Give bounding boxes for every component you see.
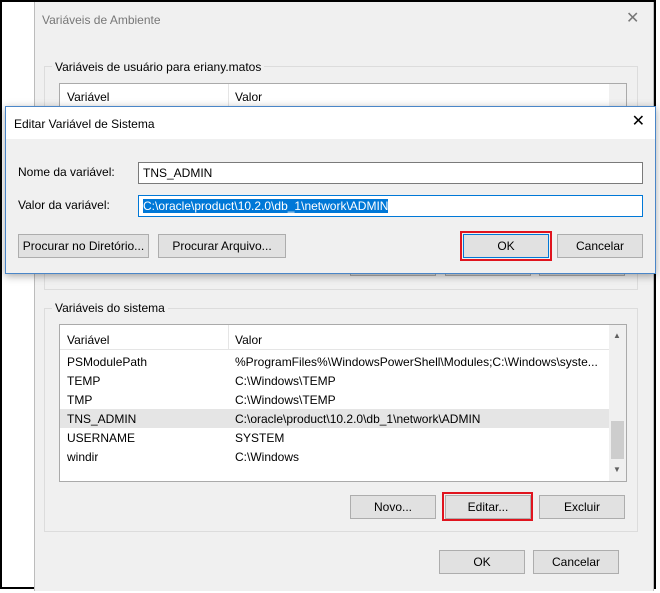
system-list-header: Variável Valor — [60, 325, 609, 350]
edit-cancel-button[interactable]: Cancelar — [557, 234, 643, 258]
table-row[interactable]: TEMP C:\Windows\TEMP — [60, 371, 609, 390]
system-variables-label: Variáveis do sistema — [52, 301, 168, 315]
screenshot-frame: Variáveis de Ambiente ✕ Variáveis de usu… — [0, 0, 656, 591]
variable-name-label: Nome da variável: — [18, 165, 115, 179]
table-row[interactable]: windir C:\Windows — [60, 447, 609, 466]
table-row[interactable]: TMP C:\Windows\TEMP — [60, 390, 609, 409]
system-list-scrollbar[interactable]: ▲ ▼ — [609, 325, 626, 481]
ok-button-highlight — [460, 231, 552, 261]
selected-text: C:\oracle\product\10.2.0\db_1\network\AD… — [143, 199, 389, 213]
dialog-cancel-button[interactable]: Cancelar — [533, 550, 619, 574]
row-value: C:\Windows\TEMP — [235, 393, 336, 407]
system-delete-button[interactable]: Excluir — [539, 495, 625, 519]
row-value: C:\Windows\TEMP — [235, 374, 336, 388]
chevron-down-icon[interactable]: ▼ — [613, 465, 621, 474]
user-column-variable[interactable]: Variável — [67, 90, 109, 104]
edit-system-variable-dialog: Editar Variável de Sistema ✕ Nome da var… — [5, 106, 656, 274]
system-variables-list[interactable]: Variável Valor PSModulePath %ProgramFile… — [59, 324, 627, 482]
environment-dialog-title: Variáveis de Ambiente — [42, 13, 161, 27]
variable-value-label: Valor da variável: — [18, 198, 110, 212]
edit-dialog-titlebar: Editar Variável de Sistema ✕ — [6, 107, 655, 139]
row-variable: PSModulePath — [67, 355, 148, 369]
table-row[interactable]: USERNAME SYSTEM — [60, 428, 609, 447]
row-value: %ProgramFiles%\WindowsPowerShell\Modules… — [235, 355, 598, 369]
table-row[interactable]: PSModulePath %ProgramFiles%\WindowsPower… — [60, 352, 609, 371]
user-column-value[interactable]: Valor — [235, 90, 262, 104]
close-icon[interactable]: ✕ — [626, 11, 639, 27]
variable-value-field[interactable]: C:\oracle\product\10.2.0\db_1\network\AD… — [138, 195, 643, 217]
variable-name-field[interactable]: TNS_ADMIN — [138, 162, 643, 184]
row-variable: TEMP — [67, 374, 101, 388]
edit-dialog-title: Editar Variável de Sistema — [14, 117, 155, 131]
row-variable: windir — [67, 450, 99, 464]
row-value: C:\Windows — [235, 450, 300, 464]
chevron-up-icon[interactable]: ▲ — [613, 331, 621, 340]
system-new-button[interactable]: Novo... — [350, 495, 436, 519]
system-column-value[interactable]: Valor — [235, 333, 262, 347]
table-row-selected[interactable]: TNS_ADMIN C:\oracle\product\10.2.0\db_1\… — [60, 409, 609, 428]
row-value: SYSTEM — [235, 431, 285, 445]
edit-button-highlight — [442, 492, 533, 521]
row-variable: TMP — [67, 393, 93, 407]
scrollbar-thumb[interactable] — [611, 421, 624, 459]
system-column-variable[interactable]: Variável — [67, 333, 109, 347]
row-value: C:\oracle\product\10.2.0\db_1\network\AD… — [235, 412, 481, 426]
close-icon[interactable]: ✕ — [632, 114, 645, 130]
user-variables-label: Variáveis de usuário para eriany.matos — [52, 60, 265, 74]
row-variable: USERNAME — [67, 431, 136, 445]
row-variable: TNS_ADMIN — [67, 412, 137, 426]
browse-file-button[interactable]: Procurar Arquivo... — [158, 234, 286, 258]
browse-directory-button[interactable]: Procurar no Diretório... — [18, 234, 149, 258]
dialog-ok-button[interactable]: OK — [439, 550, 525, 574]
